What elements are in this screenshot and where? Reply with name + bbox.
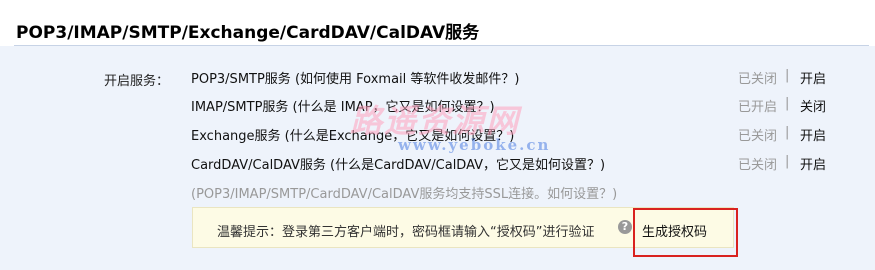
ssl-note-link[interactable]: (POP3/IMAP/SMTP/CardDAV/CalDAV服务均支持SSL连接…: [191, 183, 617, 202]
highlight-box: [633, 208, 738, 257]
service-status: 已关闭: [738, 72, 778, 87]
enable-service-label: 开启服务：: [104, 74, 170, 89]
service-desc[interactable]: POP3/SMTP服务 (如何使用 Foxmail 等软件收发邮件？): [191, 68, 519, 87]
service-status: 已关闭: [738, 129, 778, 144]
service-toggle-button[interactable]: 开启: [800, 154, 826, 173]
tip-text: 温馨提示：登录第三方客户端时，密码框请输入“授权码”进行验证: [217, 225, 595, 240]
title-bar: POP3/IMAP/SMTP/Exchange/CardDAV/CalDAV服务: [0, 0, 875, 46]
service-status: 已关闭: [738, 158, 778, 173]
service-toggle-button[interactable]: 开启: [800, 68, 826, 87]
service-desc[interactable]: CardDAV/CalDAV服务 (什么是CardDAV/CalDAV，它又是如…: [191, 154, 605, 173]
service-toggle-button[interactable]: 开启: [800, 125, 826, 144]
separator: |: [785, 96, 790, 111]
separator: |: [785, 154, 790, 169]
separator: |: [785, 125, 790, 140]
service-status: 已开启: [738, 100, 778, 115]
service-toggle-button[interactable]: 关闭: [800, 96, 826, 115]
help-icon[interactable]: ?: [618, 220, 632, 234]
watermark-url: www.yeboke.cn: [398, 136, 551, 154]
page-title: POP3/IMAP/SMTP/Exchange/CardDAV/CalDAV服务: [16, 23, 480, 43]
separator: |: [785, 68, 790, 83]
service-row-carddav: CardDAV/CalDAV服务 (什么是CardDAV/CalDAV，它又是如…: [191, 154, 841, 174]
service-row-pop3: POP3/SMTP服务 (如何使用 Foxmail 等软件收发邮件？) 已关闭 …: [191, 68, 841, 88]
service-settings-panel: 开启服务： POP3/SMTP服务 (如何使用 Foxmail 等软件收发邮件？…: [0, 46, 875, 270]
